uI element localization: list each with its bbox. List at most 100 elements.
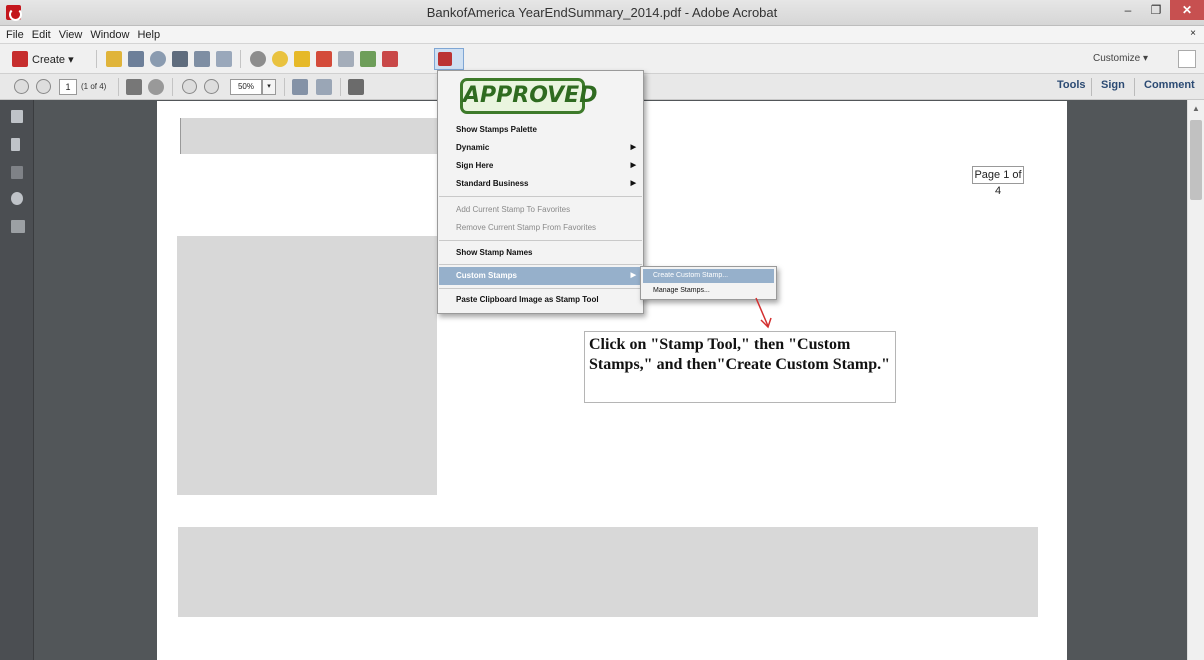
scroll-up-icon[interactable]: ▲: [1192, 104, 1200, 113]
signatures-icon[interactable]: [11, 166, 23, 179]
redacted-address-block: [177, 236, 437, 495]
export-icon[interactable]: [360, 51, 376, 67]
page-thumbnails-icon[interactable]: [11, 110, 23, 123]
menu-item-label: Add Current Stamp To Favorites: [456, 205, 571, 214]
toolbar-divider: [118, 78, 119, 96]
menu-item-label: Custom Stamps: [456, 271, 517, 280]
zoom-in-icon[interactable]: [204, 79, 219, 94]
email-icon[interactable]: [216, 51, 232, 67]
page-count: (1 of 4): [81, 82, 107, 91]
edit-icon[interactable]: [194, 51, 210, 67]
custom-stamps-submenu: Create Custom Stamp... Manage Stamps...: [640, 266, 777, 300]
save-icon[interactable]: [128, 51, 144, 67]
previous-page-icon[interactable]: [14, 79, 29, 94]
select-cursor-icon[interactable]: [126, 79, 142, 95]
toolbar-divider: [172, 78, 173, 96]
menu-item-label: Show Stamp Names: [456, 248, 533, 257]
highlight-icon[interactable]: [294, 51, 310, 67]
submenu-arrow-icon: ▶: [630, 272, 636, 279]
next-page-icon[interactable]: [36, 79, 51, 94]
create-pdf-icon: [12, 51, 28, 67]
toolbar-divider: [284, 78, 285, 96]
fit-page-icon[interactable]: [292, 79, 308, 95]
menu-item-show-stamp-names[interactable]: Show Stamp Names: [439, 244, 642, 262]
menu-item-paste-clipboard-image[interactable]: Paste Clipboard Image as Stamp Tool: [439, 291, 642, 309]
annotation-arrow-icon: [755, 297, 772, 329]
tab-divider: [1091, 78, 1092, 96]
toolbar-divider: [340, 78, 341, 96]
submenu-item-create-custom-stamp[interactable]: Create Custom Stamp...: [643, 269, 774, 283]
menu-item-label: Standard Business: [456, 179, 529, 188]
zoom-dropdown-chevron-icon[interactable]: ▾: [262, 79, 276, 95]
attach-icon[interactable]: [316, 51, 332, 67]
customize-dropdown[interactable]: Customize ▾: [1093, 53, 1148, 64]
expand-icon[interactable]: [1178, 50, 1196, 68]
menu-divider: [439, 196, 642, 197]
redacted-header-block: [180, 118, 470, 154]
maximize-button[interactable]: ❐: [1142, 0, 1170, 20]
attachments-icon[interactable]: [11, 220, 25, 233]
minimize-button[interactable]: –: [1114, 0, 1142, 20]
page-number-input[interactable]: 1: [59, 79, 77, 95]
stamp-tool-button[interactable]: [434, 48, 464, 70]
menu-item-add-to-favorites: Add Current Stamp To Favorites: [439, 201, 642, 219]
tab-divider: [1134, 78, 1135, 96]
submenu-arrow-icon: ▶: [630, 180, 636, 187]
stamp-dropdown-menu: APPROVED Show Stamps Palette Dynamic ▶ S…: [437, 70, 644, 314]
vertical-scrollbar[interactable]: ▲: [1187, 100, 1204, 660]
menu-divider: [439, 288, 642, 289]
page-label: Page 1 of 4: [972, 166, 1024, 197]
document-close-icon[interactable]: ×: [1190, 28, 1196, 39]
menu-item-label: Show Stamps Palette: [456, 125, 537, 134]
bookmarks-icon[interactable]: [11, 138, 20, 151]
toolbar-divider: [240, 50, 241, 68]
window-title: BankofAmerica YearEndSummary_2014.pdf - …: [426, 5, 778, 20]
create-button[interactable]: Create ▾: [12, 51, 74, 67]
hand-tool-icon[interactable]: [148, 79, 164, 95]
tab-tools[interactable]: Tools: [1057, 79, 1086, 91]
layers-icon[interactable]: [11, 192, 23, 205]
read-mode-icon[interactable]: [348, 79, 364, 95]
full-screen-icon[interactable]: [316, 79, 332, 95]
menu-window[interactable]: Window: [90, 29, 129, 41]
menu-item-dynamic[interactable]: Dynamic ▶: [439, 139, 642, 157]
menu-item-remove-from-favorites: Remove Current Stamp From Favorites: [439, 219, 642, 237]
tab-comment[interactable]: Comment: [1144, 79, 1195, 91]
tab-sign[interactable]: Sign: [1101, 79, 1125, 91]
menu-item-label: Remove Current Stamp From Favorites: [456, 223, 597, 232]
menu-view[interactable]: View: [59, 29, 83, 41]
menu-bar: File Edit View Window Help ×: [0, 26, 1204, 44]
zoom-out-icon[interactable]: [182, 79, 197, 94]
menu-item-show-stamps-palette[interactable]: Show Stamps Palette: [439, 121, 642, 139]
sign-icon[interactable]: [382, 51, 398, 67]
menu-item-standard-business[interactable]: Standard Business ▶: [439, 175, 642, 193]
scroll-thumb[interactable]: [1190, 120, 1202, 200]
menu-item-label: Sign Here: [456, 161, 494, 170]
document-icon[interactable]: [338, 51, 354, 67]
submenu-arrow-icon: ▶: [630, 162, 636, 169]
menu-divider: [439, 240, 642, 241]
menu-item-custom-stamps[interactable]: Custom Stamps ▶: [439, 267, 642, 285]
redacted-summary-block: [178, 527, 1038, 617]
print-icon[interactable]: [172, 51, 188, 67]
cloud-share-icon[interactable]: [150, 51, 166, 67]
approved-stamp-preview[interactable]: APPROVED: [460, 78, 597, 114]
menu-item-label: Paste Clipboard Image as Stamp Tool: [456, 295, 599, 304]
close-button[interactable]: ✕: [1170, 0, 1204, 20]
menu-file[interactable]: File: [6, 29, 24, 41]
menu-edit[interactable]: Edit: [32, 29, 51, 41]
navigation-pane: [0, 100, 34, 660]
zoom-level-input[interactable]: 50%: [230, 79, 262, 95]
create-label: Create ▾: [32, 53, 74, 66]
toolbar-divider: [96, 50, 97, 68]
comment-bubble-icon[interactable]: [272, 51, 288, 67]
menu-item-sign-here[interactable]: Sign Here ▶: [439, 157, 642, 175]
menu-help[interactable]: Help: [137, 29, 160, 41]
title-bar: BankofAmerica YearEndSummary_2014.pdf - …: [0, 0, 1204, 26]
menu-divider: [439, 264, 642, 265]
settings-gear-icon[interactable]: [250, 51, 266, 67]
submenu-arrow-icon: ▶: [630, 144, 636, 151]
open-folder-icon[interactable]: [106, 51, 122, 67]
instruction-callout: Click on "Stamp Tool," then "Custom Stam…: [584, 331, 896, 403]
menu-item-label: Dynamic: [456, 143, 490, 152]
